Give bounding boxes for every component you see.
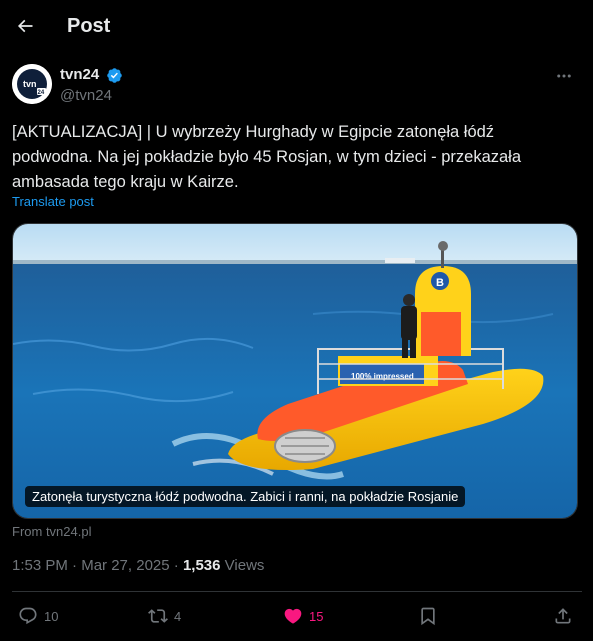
back-button[interactable]	[10, 11, 40, 41]
arrow-left-icon	[17, 19, 33, 33]
post-actions-bar: 10 4 15	[0, 604, 593, 628]
more-horizontal-icon	[557, 74, 571, 78]
svg-text:tvn: tvn	[23, 79, 37, 89]
post-text: [AKTUALIZACJA] | U wybrzeży Hurghady w E…	[12, 123, 522, 191]
tvn24-logo-icon: tvn 24	[12, 64, 52, 104]
media-caption: Zatonęła turystyczna łódź podwodna. Zabi…	[25, 486, 466, 507]
page-title: Post	[67, 15, 111, 37]
bookmark-icon	[421, 607, 435, 626]
svg-text:24: 24	[38, 90, 45, 96]
views-label: Views	[224, 557, 265, 574]
repost-icon	[148, 609, 168, 623]
like-count: 15	[309, 608, 324, 624]
link-source[interactable]: From tvn24.pl	[12, 524, 91, 539]
translate-post-link[interactable]: Translate post	[12, 194, 94, 209]
meta-separator: ·	[173, 557, 179, 574]
post-author: tvn 24 tvn24 @tvn24	[12, 64, 582, 108]
bookmark-button[interactable]	[418, 604, 438, 628]
reply-count: 10	[44, 608, 59, 624]
post-date[interactable]: Mar 27, 2025	[81, 557, 169, 574]
post-media-card[interactable]: 100% impressed B Zatonęła turystyczna łó…	[12, 223, 578, 519]
verified-badge-icon[interactable]	[106, 67, 123, 84]
share-icon	[555, 608, 571, 624]
repost-count: 4	[174, 608, 182, 624]
top-bar: Post	[0, 0, 593, 53]
like-button[interactable]: 15	[283, 604, 323, 628]
author-handle[interactable]: @tvn24	[60, 87, 112, 104]
reply-icon	[19, 607, 37, 625]
submarine-boat-photo: 100% impressed B	[13, 224, 577, 518]
divider	[12, 591, 582, 592]
repost-button[interactable]: 4	[148, 604, 181, 628]
meta-separator: ·	[72, 557, 78, 574]
post-timestamp-views: 1:53 PM · Mar 27, 2025 · 1,536 Views	[12, 557, 264, 574]
svg-text:B: B	[436, 277, 444, 289]
reply-button[interactable]: 10	[18, 604, 58, 628]
more-options-button[interactable]	[552, 66, 576, 86]
avatar[interactable]: tvn 24	[12, 64, 52, 104]
author-display-name[interactable]: tvn24	[60, 66, 99, 83]
share-button[interactable]	[553, 604, 573, 628]
views-count: 1,536	[182, 557, 221, 574]
post-time[interactable]: 1:53 PM	[12, 557, 68, 574]
heart-filled-icon	[284, 608, 302, 624]
